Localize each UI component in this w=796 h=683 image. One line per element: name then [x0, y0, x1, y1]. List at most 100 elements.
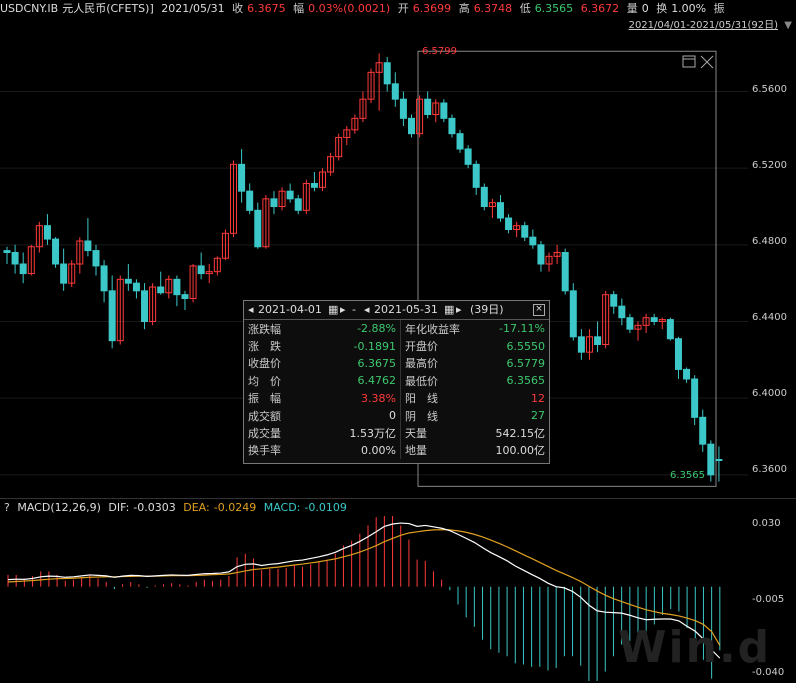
candle-body — [286, 190, 294, 200]
help-icon[interactable]: ? — [4, 501, 10, 514]
stats-row: 振 幅 3.38% 阳 线 12 — [244, 389, 549, 407]
candle-body — [496, 202, 504, 219]
maximize-icon[interactable] — [682, 55, 696, 68]
candle-body — [246, 190, 254, 211]
stat-value: 542.15亿 — [495, 427, 546, 441]
high-marker-label: 6.5799 — [422, 46, 457, 57]
dif-label: DIF: — [108, 501, 130, 514]
macd-tick: -0.005 — [752, 594, 785, 605]
candle-body — [456, 133, 464, 150]
price-tick: 6.4400 — [752, 312, 787, 323]
stat-value: 6.5779 — [506, 356, 546, 370]
end-date[interactable]: 2021-05-31 — [374, 301, 438, 319]
candle-body — [254, 209, 262, 248]
next-end-icon[interactable]: ▸ — [456, 301, 462, 319]
low-label: 低 — [519, 2, 531, 15]
candle-body — [270, 198, 278, 207]
stat-value: 12 — [531, 391, 545, 405]
candle-body — [666, 319, 674, 340]
amplitude-label: 振 — [713, 2, 725, 15]
high-label: 高 — [458, 2, 470, 15]
turnover-value: 1.00% — [671, 2, 707, 15]
candle-body — [407, 117, 415, 135]
stat-value: 6.3675 — [312, 354, 401, 373]
candle-body — [43, 225, 51, 240]
candle-body — [594, 336, 602, 346]
candle-body — [674, 338, 682, 370]
change-value: 0.03%(0.0021) — [308, 2, 391, 15]
days-count: (39日) — [470, 303, 504, 316]
stat-label: 涨 跌 — [248, 340, 281, 354]
prev-end-icon[interactable]: ◂ — [364, 301, 370, 319]
candle-body — [480, 186, 488, 207]
candle-body — [707, 443, 715, 476]
stat-label: 振 幅 — [248, 392, 281, 406]
calendar-icon[interactable]: ▦ — [328, 301, 338, 319]
candle-body — [715, 459, 723, 461]
candle-body — [124, 278, 132, 284]
candle-body — [561, 252, 569, 292]
macd-label: MACD: — [263, 501, 301, 514]
stat-label: 涨跌幅 — [248, 322, 281, 336]
stats-row: 收盘价 6.3675 最高价 6.5779 — [244, 354, 549, 373]
candle-body — [157, 286, 165, 294]
stat-value: 6.4762 — [312, 372, 401, 390]
price-axis: 6.5600 6.5200 6.4800 6.4400 6.4000 6.360… — [752, 34, 796, 494]
stats-table: 涨跌幅 -2.88% 年化收益率 -17.11% 涨 跌 -0.1891 开盘价 6.5550… — [244, 320, 549, 460]
candle-body — [691, 378, 699, 418]
stat-label: 最高价 — [405, 357, 438, 371]
stat-value: 3.38% — [312, 389, 401, 407]
price-tick: 6.5600 — [752, 84, 787, 95]
candle-body — [650, 317, 658, 322]
close-icon[interactable]: × — [533, 304, 545, 316]
dropdown-arrow-icon[interactable]: ▼ — [784, 19, 792, 33]
candle-body — [448, 117, 456, 135]
candle-body — [464, 148, 472, 165]
candle-body — [11, 252, 19, 265]
low-value: 6.3565 — [534, 2, 574, 15]
candle-body — [440, 102, 448, 119]
stat-value: 0.00% — [312, 441, 401, 460]
candle-body — [141, 290, 149, 323]
stats-row: 涨跌幅 -2.88% 年化收益率 -17.11% — [244, 320, 549, 338]
prev-start-icon[interactable]: ◂ — [248, 301, 254, 319]
symbol[interactable]: USDCNY.IB — [0, 0, 58, 18]
candle-body — [391, 83, 399, 100]
interval-stats-popup: ◂ 2021-04-01 ▦ ▸ - ◂ 2021-05-31 ▦ ▸ (39日… — [243, 300, 550, 464]
candle-body — [173, 278, 181, 296]
price-tick: 6.4000 — [752, 388, 787, 399]
candle-body — [472, 163, 480, 188]
date-separator: - — [352, 303, 356, 316]
close-icon[interactable] — [700, 55, 714, 69]
candle-body — [52, 238, 60, 265]
stat-label: 阳 线 — [405, 392, 438, 406]
stats-row: 涨 跌 -0.1891 开盘价 6.5550 — [244, 337, 549, 355]
candle-body — [577, 336, 585, 353]
macd-title[interactable]: MACD(12,26,9) — [17, 501, 101, 514]
candle-body — [100, 265, 108, 292]
calendar-icon[interactable]: ▦ — [444, 301, 454, 319]
candle-body — [610, 294, 618, 307]
range-subtitle[interactable]: 2021/04/01-2021/05/31(92日) — [629, 19, 778, 33]
watermark: Win.d — [618, 622, 772, 673]
stat-value: -0.1891 — [312, 337, 401, 355]
stat-value: 0 — [312, 406, 401, 425]
stats-row: 成交额 0 阴 线 27 — [244, 406, 549, 425]
stat-value: -17.11% — [499, 322, 545, 336]
stat-value: 6.5550 — [506, 339, 546, 353]
high-value: 6.3748 — [473, 2, 513, 15]
extra-value: 6.3672 — [580, 2, 620, 15]
low-marker-label: 6.3565 — [670, 470, 705, 481]
dea-label: DEA: — [183, 501, 210, 514]
stat-label: 最低价 — [405, 374, 438, 388]
candle-body — [683, 368, 691, 380]
candle-body — [294, 198, 302, 211]
next-start-icon[interactable]: ▸ — [340, 301, 346, 319]
stat-label: 阴 线 — [405, 409, 438, 423]
candle-body — [3, 250, 11, 253]
close-value: 6.3675 — [247, 2, 286, 15]
stat-value: -2.88% — [312, 320, 401, 338]
price-tick: 6.4800 — [752, 236, 787, 247]
price-tick: 6.3600 — [752, 464, 787, 475]
start-date[interactable]: 2021-04-01 — [258, 301, 322, 319]
